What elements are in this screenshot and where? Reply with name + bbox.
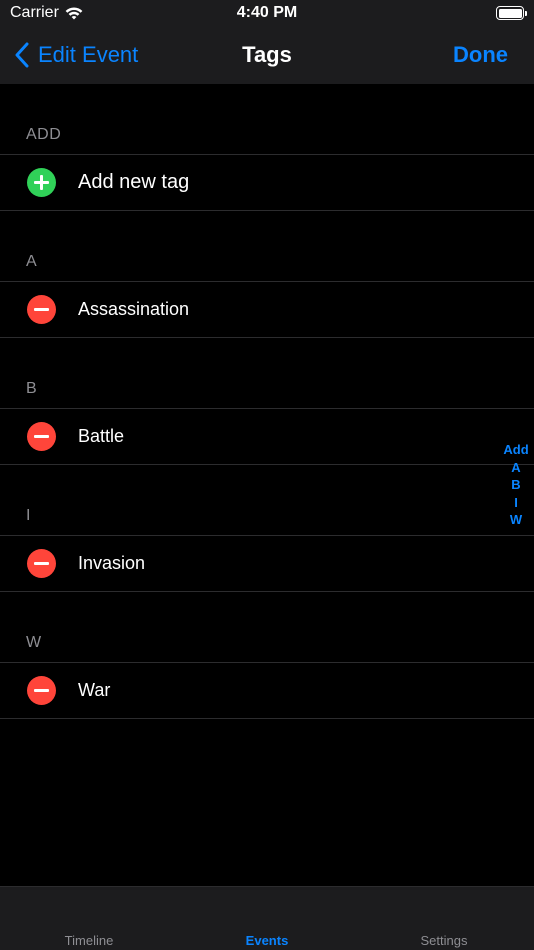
index-item-add[interactable]: Add — [502, 441, 530, 459]
section-index[interactable]: Add A B I W — [502, 441, 530, 529]
row-label: Assassination — [78, 299, 190, 319]
done-button[interactable]: Done — [453, 42, 508, 68]
index-item-w[interactable]: W — [502, 511, 530, 529]
add-circle-icon[interactable] — [27, 168, 56, 197]
tab-events[interactable]: Events — [207, 933, 327, 948]
section-header-i: I — [26, 507, 31, 524]
add-new-tag-row[interactable]: Add new tag — [0, 154, 534, 211]
tag-list: ADD Add new tag A Assassination B Battle… — [0, 84, 534, 719]
index-item-i[interactable]: I — [502, 494, 530, 512]
index-item-b[interactable]: B — [502, 476, 530, 494]
remove-circle-icon[interactable] — [27, 676, 56, 705]
clock: 4:40 PM — [236, 4, 298, 21]
section-header-a: A — [26, 253, 38, 270]
tab-bar: Timeline Events Settings — [0, 886, 534, 950]
tag-row-battle[interactable]: Battle — [0, 408, 534, 465]
tag-row-war[interactable]: War — [0, 662, 534, 719]
tag-row-assassination[interactable]: Assassination — [0, 281, 534, 338]
row-label: Add new tag — [78, 171, 190, 193]
section-header-b: B — [26, 380, 38, 397]
remove-circle-icon[interactable] — [27, 422, 56, 451]
row-label: Invasion — [78, 553, 146, 573]
row-label: War — [78, 680, 111, 700]
row-label: Battle — [78, 426, 125, 446]
index-item-a[interactable]: A — [502, 459, 530, 477]
navigation-bar: Edit Event Tags Done — [0, 30, 534, 84]
tab-timeline[interactable]: Timeline — [29, 933, 149, 948]
tab-settings[interactable]: Settings — [384, 933, 504, 948]
section-header-w: W — [26, 634, 42, 651]
status-bar: Carrier 4:40 PM — [0, 0, 534, 30]
tag-row-invasion[interactable]: Invasion — [0, 535, 534, 592]
remove-circle-icon[interactable] — [27, 295, 56, 324]
battery-icon — [496, 6, 527, 20]
remove-circle-icon[interactable] — [27, 549, 56, 578]
section-header-add: ADD — [26, 126, 62, 143]
